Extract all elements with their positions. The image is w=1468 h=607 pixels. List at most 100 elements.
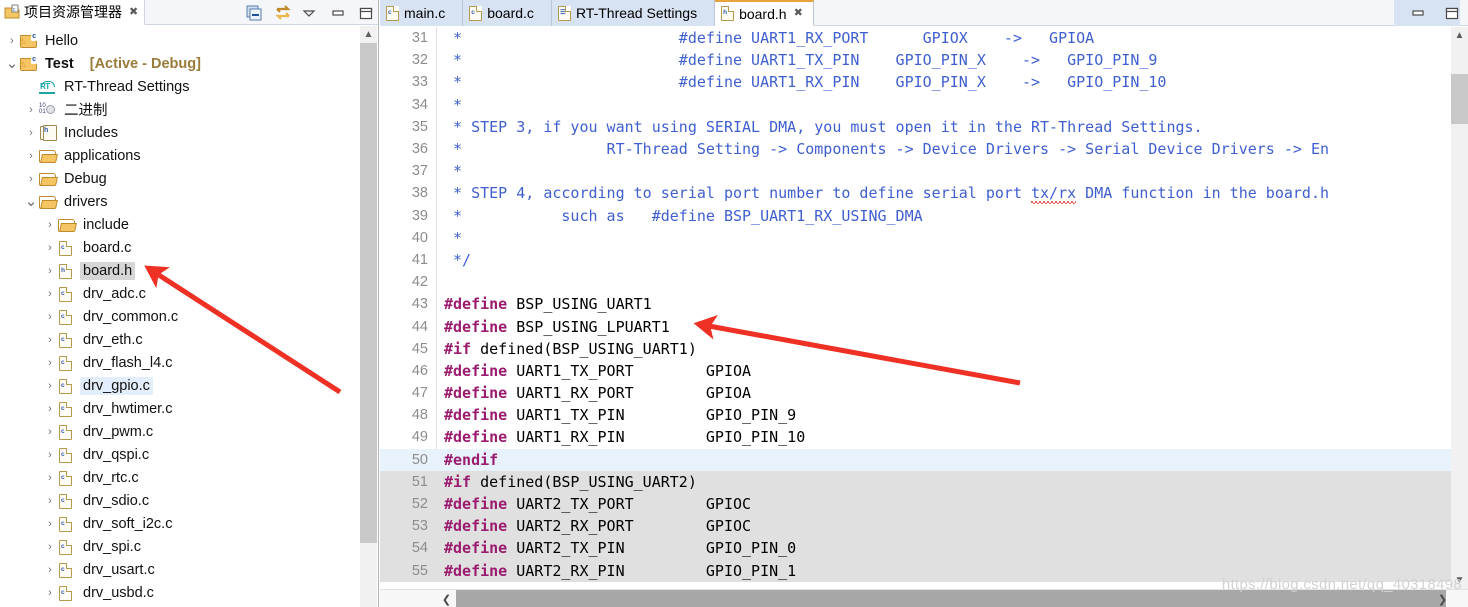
explorer-tab-project-explorer[interactable]: c 项目资源管理器 ✖ bbox=[0, 0, 146, 25]
code-line[interactable]: 40 * bbox=[380, 227, 1468, 249]
code-line[interactable]: 48 #define UART1_TX_PIN GPIO_PIN_9 bbox=[380, 404, 1468, 426]
chevron-right-icon[interactable]: › bbox=[42, 539, 58, 555]
tree-item-board-h[interactable]: › h board.h bbox=[0, 259, 360, 282]
chevron-right-icon[interactable]: › bbox=[42, 493, 58, 509]
scroll-up-arrow-icon[interactable]: ▲ bbox=[1451, 27, 1468, 44]
link-with-editor-icon[interactable] bbox=[274, 4, 291, 21]
code-line[interactable]: 51 #if defined(BSP_USING_UART2) bbox=[380, 470, 1468, 493]
scroll-left-arrow-icon[interactable]: ❮ bbox=[438, 590, 455, 607]
chevron-right-icon[interactable]: › bbox=[42, 516, 58, 532]
code-line[interactable]: 31 * #define UART1_RX_PORT GPIOX -> GPIO… bbox=[380, 27, 1468, 49]
chevron-right-icon[interactable]: › bbox=[42, 447, 58, 463]
tree-item-applications[interactable]: › applications bbox=[0, 144, 360, 167]
tree-item-include[interactable]: › include bbox=[0, 213, 360, 236]
chevron-right-icon[interactable]: › bbox=[42, 562, 58, 578]
chevron-right-icon[interactable]: › bbox=[42, 401, 58, 417]
editor-scroll-thumb[interactable] bbox=[1451, 74, 1468, 124]
code-line[interactable]: 55 #define UART2_RX_PIN GPIO_PIN_1 bbox=[380, 559, 1468, 582]
collapse-all-icon[interactable] bbox=[246, 5, 262, 21]
tree-item-drv_flash_l4-c[interactable]: › c drv_flash_l4.c bbox=[0, 351, 360, 374]
code-lines[interactable]: 31 * #define UART1_RX_PORT GPIOX -> GPIO… bbox=[380, 27, 1468, 582]
editor-hscroll-thumb[interactable] bbox=[456, 590, 1446, 607]
tree-item-drv_spi-c[interactable]: › c drv_spi.c bbox=[0, 535, 360, 558]
code-line[interactable]: 37 * bbox=[380, 160, 1468, 182]
chevron-right-icon[interactable]: › bbox=[23, 171, 39, 187]
maximize-icon[interactable] bbox=[358, 5, 374, 21]
code-line[interactable]: 47 #define UART1_RX_PORT GPIOA bbox=[380, 382, 1468, 404]
code-line[interactable]: 41 */ bbox=[380, 249, 1468, 271]
editor-tab-board-h[interactable]: h board.h ✖ bbox=[715, 0, 814, 26]
minimize-icon[interactable] bbox=[1410, 5, 1426, 21]
chevron-right-icon[interactable]: › bbox=[23, 148, 39, 164]
code-line[interactable]: 53 #define UART2_RX_PORT GPIOC bbox=[380, 515, 1468, 538]
editor-tab-board-c[interactable]: c board.c bbox=[463, 0, 552, 26]
project-tree[interactable]: ›⚠cHello⌄⚠cTest[Active - Debug]RT-Thread… bbox=[0, 26, 360, 607]
chevron-down-icon[interactable]: ⌄ bbox=[4, 56, 20, 72]
tree-item-drv_usbd-c[interactable]: › c drv_usbd.c bbox=[0, 581, 360, 604]
tree-item--[interactable]: › 二进制 bbox=[0, 98, 360, 121]
scroll-down-arrow-icon[interactable]: ▼ bbox=[1451, 572, 1468, 589]
chevron-right-icon[interactable]: › bbox=[42, 355, 58, 371]
tree-item-drivers[interactable]: ⌄ drivers bbox=[0, 190, 360, 213]
code-line[interactable]: 46 #define UART1_TX_PORT GPIOA bbox=[380, 360, 1468, 382]
tree-item-drv_pwm-c[interactable]: › c drv_pwm.c bbox=[0, 420, 360, 443]
chevron-right-icon[interactable]: › bbox=[42, 585, 58, 601]
code-line[interactable]: 34 * bbox=[380, 94, 1468, 116]
tree-item-drv_hwtimer-c[interactable]: › c drv_hwtimer.c bbox=[0, 397, 360, 420]
code-line[interactable]: 54 #define UART2_TX_PIN GPIO_PIN_0 bbox=[380, 537, 1468, 560]
code-line[interactable]: 50 #endif bbox=[380, 448, 1468, 471]
scroll-right-arrow-icon[interactable]: ❯ bbox=[1434, 590, 1451, 607]
code-line[interactable]: 42 bbox=[380, 271, 1468, 293]
editor-vertical-scrollbar[interactable]: ▲ ▼ bbox=[1451, 27, 1468, 589]
code-line[interactable]: 35 * STEP 3, if you want using SERIAL DM… bbox=[380, 116, 1468, 138]
editor-tabs[interactable]: c main.c c board.c ☰ RT-Thread Settings h board… bbox=[380, 0, 1468, 26]
chevron-right-icon[interactable]: › bbox=[42, 217, 58, 233]
editor-tab-rt-thread-settings[interactable]: ☰ RT-Thread Settings bbox=[551, 0, 716, 26]
tree-item-hello[interactable]: › ⚠ c Hello bbox=[0, 29, 360, 52]
chevron-right-icon[interactable]: › bbox=[42, 309, 58, 325]
tree-item-drv_sdio-c[interactable]: › c drv_sdio.c bbox=[0, 489, 360, 512]
scroll-up-arrow-icon[interactable]: ▲ bbox=[360, 26, 377, 43]
tree-item-debug[interactable]: › Debug bbox=[0, 167, 360, 190]
tree-item-drv_usart-c[interactable]: › c drv_usart.c bbox=[0, 558, 360, 581]
code-line[interactable]: 39 * such as #define BSP_UART1_RX_USING_… bbox=[380, 205, 1468, 227]
chevron-right-icon[interactable]: › bbox=[42, 263, 58, 279]
chevron-right-icon[interactable]: › bbox=[4, 33, 20, 49]
chevron-right-icon[interactable]: › bbox=[23, 125, 39, 141]
chevron-right-icon[interactable]: › bbox=[42, 286, 58, 302]
tree-item-drv_gpio-c[interactable]: › c drv_gpio.c bbox=[0, 374, 360, 397]
tree-item-board-c[interactable]: › c board.c bbox=[0, 236, 360, 259]
code-line[interactable]: 49 #define UART1_RX_PIN GPIO_PIN_10 bbox=[380, 426, 1468, 448]
explorer-vertical-scrollbar[interactable]: ▲ bbox=[360, 26, 377, 607]
chevron-right-icon[interactable]: › bbox=[42, 470, 58, 486]
chevron-right-icon[interactable]: › bbox=[42, 424, 58, 440]
close-icon[interactable]: ✖ bbox=[794, 8, 803, 19]
maximize-icon[interactable] bbox=[1444, 5, 1460, 21]
tree-item-drv_adc-c[interactable]: › c drv_adc.c bbox=[0, 282, 360, 305]
chevron-right-icon[interactable]: › bbox=[42, 332, 58, 348]
chevron-right-icon[interactable]: › bbox=[23, 102, 39, 118]
tree-item-drv_soft_i2c-c[interactable]: › c drv_soft_i2c.c bbox=[0, 512, 360, 535]
close-icon[interactable]: ✖ bbox=[129, 6, 138, 18]
explorer-scroll-thumb[interactable] bbox=[360, 43, 377, 543]
tree-item-drv_rtc-c[interactable]: › c drv_rtc.c bbox=[0, 466, 360, 489]
code-line[interactable]: 33 * #define UART1_RX_PIN GPIO_PIN_X -> … bbox=[380, 71, 1468, 93]
code-line[interactable]: 32 * #define UART1_TX_PIN GPIO_PIN_X -> … bbox=[380, 49, 1468, 71]
tree-item-test[interactable]: ⌄ ⚠ c Test [Active - Debug] bbox=[0, 52, 360, 75]
tree-item-drv_eth-c[interactable]: › c drv_eth.c bbox=[0, 328, 360, 351]
chevron-right-icon[interactable]: › bbox=[42, 378, 58, 394]
code-line[interactable]: 45 #if defined(BSP_USING_UART1) bbox=[380, 338, 1468, 360]
view-menu-icon[interactable] bbox=[302, 5, 318, 21]
code-editor-viewport[interactable]: 31 * #define UART1_RX_PORT GPIOX -> GPIO… bbox=[380, 27, 1468, 607]
minimize-icon[interactable] bbox=[330, 5, 346, 21]
code-line[interactable]: 36 * RT-Thread Setting -> Components -> … bbox=[380, 138, 1468, 160]
chevron-right-icon[interactable]: › bbox=[42, 240, 58, 256]
code-line[interactable]: 52 #define UART2_TX_PORT GPIOC bbox=[380, 492, 1468, 516]
tree-item-includes[interactable]: › h Includes bbox=[0, 121, 360, 144]
tree-item-drv_common-c[interactable]: › c drv_common.c bbox=[0, 305, 360, 328]
code-line[interactable]: 38 * STEP 4, according to serial port nu… bbox=[380, 182, 1468, 204]
code-line[interactable]: 44 #define BSP_USING_LPUART1 bbox=[380, 315, 1468, 337]
tree-item-rt-thread-settings[interactable]: RT-Thread Settings bbox=[0, 75, 360, 98]
tree-item-drv_qspi-c[interactable]: › c drv_qspi.c bbox=[0, 443, 360, 466]
chevron-down-icon[interactable]: ⌄ bbox=[23, 194, 39, 210]
